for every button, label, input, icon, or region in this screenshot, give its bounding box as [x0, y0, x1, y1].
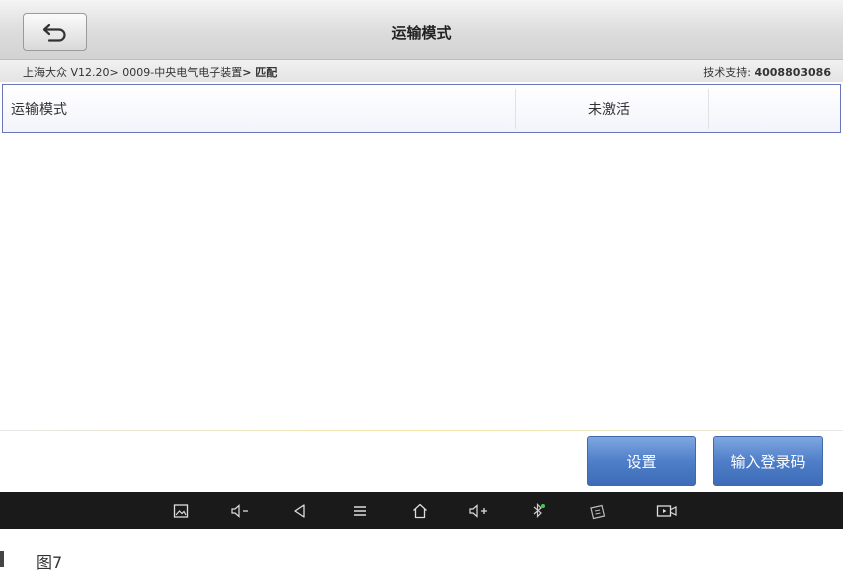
- table-row[interactable]: 运输模式 未激活: [2, 84, 841, 133]
- back-icon[interactable]: [288, 499, 312, 523]
- settings-button[interactable]: 设置: [587, 436, 696, 486]
- app-screen: 运输模式 上海大众 V12.20> 0009-中央电气电子装置> 匹配 技术支持…: [0, 0, 847, 530]
- column-divider: [515, 89, 516, 129]
- screenshot-icon[interactable]: [169, 499, 193, 523]
- caption-marker: [0, 551, 4, 567]
- page-title: 运输模式: [391, 24, 452, 42]
- system-navigation-bar: [0, 492, 843, 529]
- breadcrumb-current: > 匹配: [242, 66, 278, 79]
- vci-icon[interactable]: [586, 499, 610, 523]
- volume-up-icon[interactable]: [467, 499, 491, 523]
- figure-caption: 图7: [36, 553, 63, 572]
- tech-support: 技术支持: 4008803086: [703, 64, 831, 80]
- breadcrumb-path: 上海大众 V12.20> 0009-中央电气电子装置: [23, 66, 243, 79]
- enter-login-code-button[interactable]: 输入登录码: [713, 436, 823, 486]
- menu-icon[interactable]: [348, 499, 372, 523]
- column-divider: [708, 89, 709, 129]
- breadcrumb-bar: 上海大众 V12.20> 0009-中央电气电子装置> 匹配 技术支持: 400…: [0, 60, 843, 82]
- row-value: 未激活: [588, 101, 630, 118]
- footer-divider: [0, 430, 843, 431]
- bluetooth-icon[interactable]: [526, 499, 550, 523]
- support-number: 4008803086: [754, 66, 831, 79]
- title-bar: 运输模式: [0, 0, 843, 60]
- support-label: 技术支持:: [703, 66, 751, 79]
- row-name: 运输模式: [11, 101, 67, 118]
- home-icon[interactable]: [408, 499, 432, 523]
- volume-down-icon[interactable]: [229, 499, 253, 523]
- breadcrumb: 上海大众 V12.20> 0009-中央电气电子装置> 匹配: [23, 64, 277, 80]
- screen-record-icon[interactable]: [655, 499, 679, 523]
